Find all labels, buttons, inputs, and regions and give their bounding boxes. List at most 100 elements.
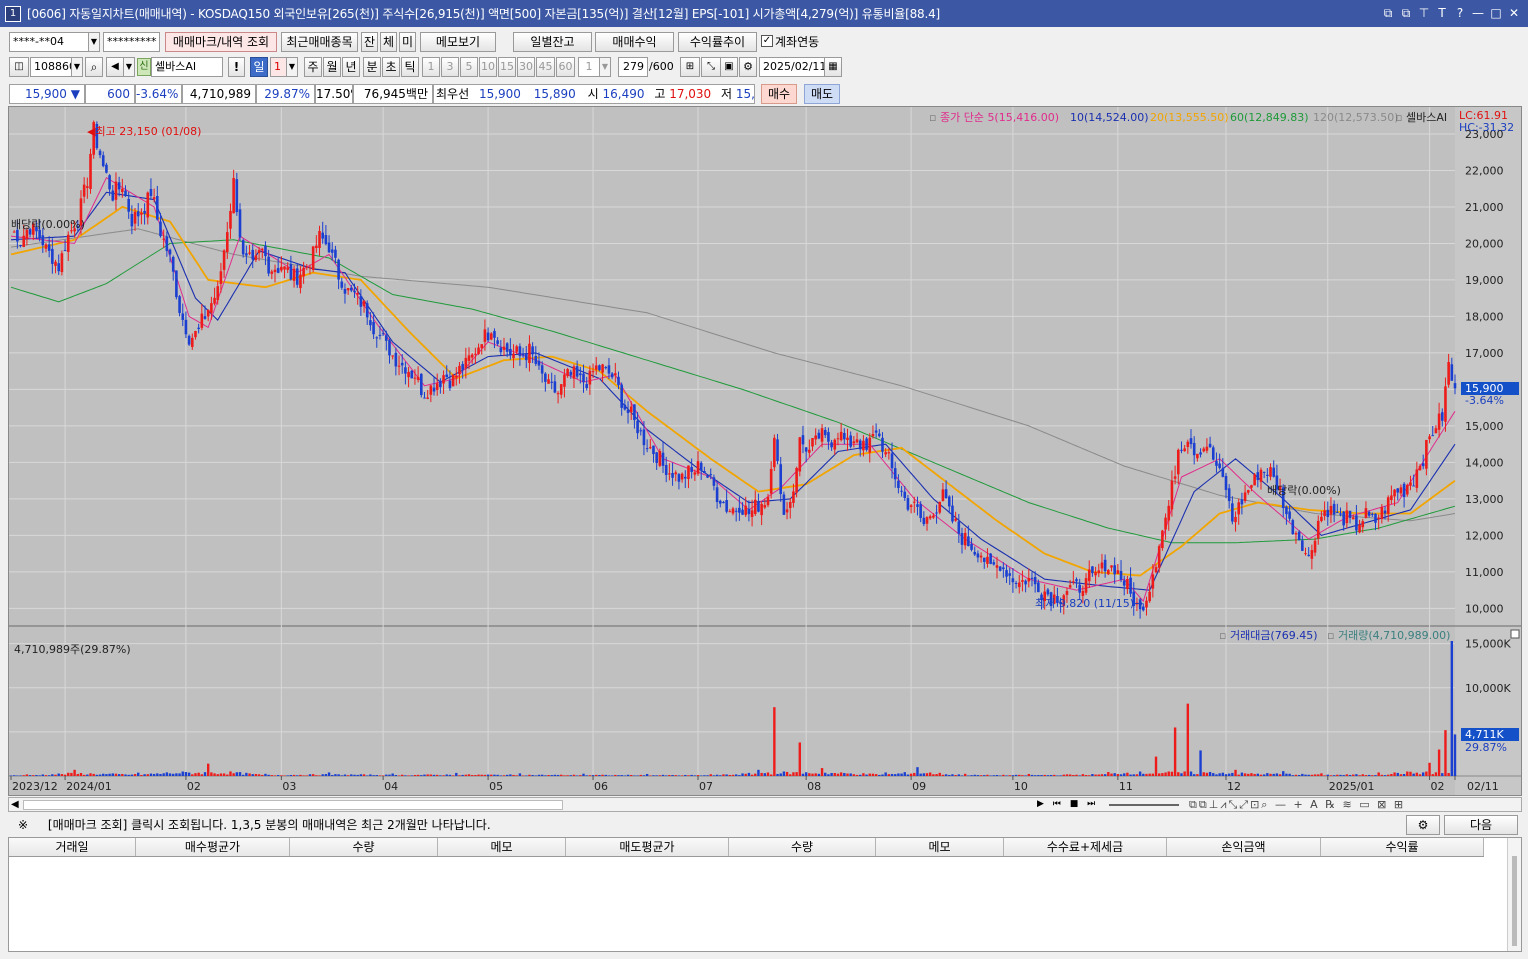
profit-trend-button[interactable]: 수익률추이 xyxy=(678,32,757,52)
buy-button[interactable]: 매수 xyxy=(761,84,797,104)
period-minute-button[interactable]: 분 xyxy=(363,57,381,77)
minute-60-button[interactable]: 60 xyxy=(556,57,575,77)
close-pane-icon[interactable] xyxy=(1510,629,1520,639)
chevron-down-icon[interactable]: ▼ xyxy=(599,57,611,77)
column-header[interactable]: 거래일 xyxy=(9,838,136,856)
minute-select-input[interactable]: 1 xyxy=(578,57,600,77)
account-input[interactable]: ****-**04 xyxy=(9,32,89,52)
volume-bar xyxy=(649,775,652,776)
candle-body xyxy=(683,476,687,479)
candle-body xyxy=(458,365,461,375)
column-header[interactable]: 수수료+제세금 xyxy=(1004,838,1167,856)
help-icon[interactable]: ? xyxy=(1452,4,1468,22)
tile-icon[interactable]: ⧉ xyxy=(1398,4,1414,22)
candle-body xyxy=(442,375,445,384)
calendar-icon[interactable]: ▦ xyxy=(824,57,842,77)
speaker-icon[interactable]: ◀ xyxy=(106,57,124,77)
cascade-icon[interactable]: ⧉ xyxy=(1380,4,1396,22)
chart-canvas[interactable]: 23,00022,00021,00020,00019,00018,00017,0… xyxy=(9,107,1521,795)
column-header[interactable]: 수량 xyxy=(290,838,438,856)
trade-mark-query-button[interactable]: 매매마크/내역 조회 xyxy=(165,32,277,52)
column-header[interactable]: 수익률 xyxy=(1321,838,1484,856)
chevron-down-icon[interactable]: ▼ xyxy=(123,57,135,77)
minute-45-button[interactable]: 45 xyxy=(536,57,555,77)
volume-bar xyxy=(222,773,226,776)
candle-body xyxy=(350,287,353,291)
scrollbar-track[interactable] xyxy=(23,800,563,810)
save-icon[interactable]: ▣ xyxy=(720,57,738,77)
balance-button[interactable]: 잔 xyxy=(361,32,378,52)
unfilled-button[interactable]: 미 xyxy=(399,32,416,52)
password-input[interactable]: ********* xyxy=(103,32,160,52)
drawing-tools[interactable]: ⧉⧉⊥⩘⤡⤢⊡⌕ — + A ℞ ≋ ▭ ⊠ ⊞ xyxy=(1189,798,1405,812)
executed-button[interactable]: 체 xyxy=(380,32,397,52)
alert-button[interactable]: ! xyxy=(228,57,245,77)
minute-15-button[interactable]: 15 xyxy=(498,57,516,77)
volume-bar xyxy=(299,774,302,776)
pin-icon[interactable]: ⊤ xyxy=(1416,4,1432,22)
sell-button[interactable]: 매도 xyxy=(804,84,840,104)
candle-body xyxy=(397,365,401,367)
line-tool-icon[interactable]: ⤡ xyxy=(701,57,721,77)
chevron-down-icon[interactable]: ▼ xyxy=(71,57,83,77)
column-header[interactable]: 수량 xyxy=(729,838,876,856)
candle-body xyxy=(585,384,588,389)
scroll-left-icon[interactable]: ◀ xyxy=(11,799,19,810)
period-year-button[interactable]: 년 xyxy=(342,57,360,77)
chevron-down-icon[interactable]: ▼ xyxy=(286,57,298,77)
layout-icon[interactable]: ◫ xyxy=(9,57,29,77)
minute-1-button[interactable]: 1 xyxy=(422,57,440,77)
account-link-checkbox[interactable]: ✓ xyxy=(761,35,773,47)
period-tick-button[interactable]: 틱 xyxy=(401,57,419,77)
maximize-icon[interactable]: □ xyxy=(1488,4,1504,22)
stock-chart[interactable]: 23,000 22,000 21,000 20,000 19,000 18,000 17,0… xyxy=(8,106,1522,796)
minute-30-button[interactable]: 30 xyxy=(517,57,535,77)
recent-trade-button[interactable]: 최근매매종목 xyxy=(281,32,358,52)
minute-5-button[interactable]: 5 xyxy=(460,57,478,77)
volume-bar xyxy=(645,773,649,776)
column-header[interactable]: 매도평균가 xyxy=(566,838,729,856)
chevron-down-icon[interactable]: ▼ xyxy=(88,32,100,52)
daily-balance-button[interactable]: 일별잔고 xyxy=(513,32,592,52)
period-day-button[interactable]: 일 xyxy=(250,57,268,77)
next-button[interactable]: 다음 xyxy=(1444,815,1518,835)
volume-bar xyxy=(432,774,436,776)
candle-body xyxy=(1444,386,1447,422)
volume-bar xyxy=(366,775,369,776)
column-header[interactable]: 메모 xyxy=(876,838,1004,856)
minimize-icon[interactable]: — xyxy=(1470,4,1486,22)
memo-view-button[interactable]: 메모보기 xyxy=(420,32,496,52)
candle-body xyxy=(588,370,592,385)
candle-body xyxy=(480,344,484,349)
stock-name-field[interactable]: 셀바스AI xyxy=(151,57,223,77)
candle-body xyxy=(792,491,795,503)
volume-bar xyxy=(505,774,509,776)
count-input[interactable]: 279 xyxy=(618,57,648,77)
period-number-input[interactable]: 1 xyxy=(270,57,287,77)
close-icon[interactable]: ✕ xyxy=(1506,4,1522,22)
trade-profit-button[interactable]: 매매수익 xyxy=(595,32,674,52)
search-icon[interactable]: ⌕ xyxy=(85,57,103,77)
column-header[interactable]: 메모 xyxy=(438,838,566,856)
date-input[interactable]: 2025/02/11 xyxy=(759,57,825,77)
candle-body xyxy=(1240,499,1244,505)
period-week-button[interactable]: 주 xyxy=(304,57,322,77)
tools-icon[interactable]: ⊞ xyxy=(680,57,700,77)
candle-body xyxy=(916,504,919,507)
minute-10-button[interactable]: 10 xyxy=(479,57,497,77)
volume-bar xyxy=(28,775,32,776)
settings-icon[interactable]: ⚙ xyxy=(1406,815,1440,835)
table-scrollbar[interactable] xyxy=(1507,838,1521,951)
column-header[interactable]: 매수평균가 xyxy=(136,838,290,856)
playback-controls[interactable]: ▶ ⏮ ■ ⏭ xyxy=(1037,799,1098,809)
zoom-slider[interactable] xyxy=(1109,804,1179,806)
column-header[interactable]: 손익금액 xyxy=(1167,838,1321,856)
volume-bar xyxy=(696,775,700,776)
minute-3-button[interactable]: 3 xyxy=(441,57,459,77)
gear-icon[interactable]: ⚙ xyxy=(739,57,757,77)
period-month-button[interactable]: 월 xyxy=(323,57,341,77)
stock-code-input[interactable]: 108860 xyxy=(30,57,72,77)
candle-body xyxy=(267,256,270,274)
period-second-button[interactable]: 초 xyxy=(382,57,400,77)
font-icon[interactable]: T xyxy=(1434,4,1450,22)
